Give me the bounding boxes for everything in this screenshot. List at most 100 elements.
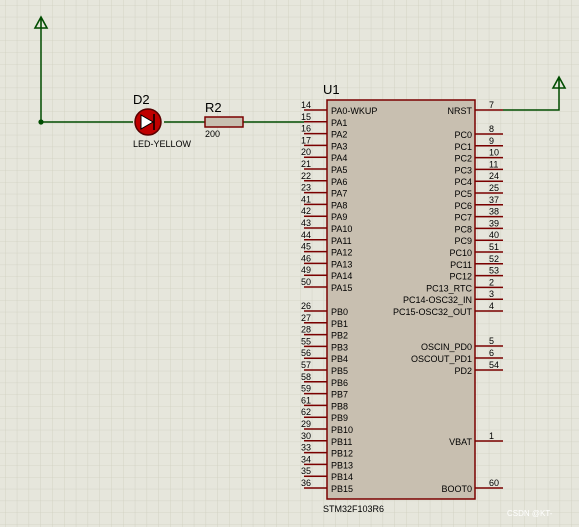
mcu-ref-label: U1: [323, 82, 340, 97]
pin-number: 43: [301, 218, 311, 228]
pin-name: BOOT0: [441, 484, 472, 494]
pin-name: PC3: [454, 165, 472, 175]
pin-name: PA12: [331, 248, 352, 258]
pin-number: 27: [301, 313, 311, 323]
pin-name: PB1: [331, 319, 348, 329]
pin-number: 33: [301, 443, 311, 453]
pin-name: NRST: [448, 106, 473, 116]
pin-name: PB2: [331, 331, 348, 341]
pin-name: PB13: [331, 460, 353, 470]
pin-name: PA7: [331, 189, 347, 199]
pin-number: 49: [301, 265, 311, 275]
pin-number: 21: [301, 159, 311, 169]
pin-name: PC8: [454, 224, 472, 234]
pin-number: 5: [489, 336, 494, 346]
pin-name: PB11: [331, 437, 352, 447]
pin-number: 38: [489, 207, 499, 217]
pin-number: 11: [489, 159, 498, 169]
pin-number: 35: [301, 466, 311, 476]
pin-name: PB7: [331, 390, 348, 400]
watermark: CSDN @KT-: [507, 509, 553, 518]
pin-number: 62: [301, 407, 311, 417]
pin-name: PC2: [454, 154, 472, 164]
pin-number: 40: [489, 230, 499, 240]
pin-number: 17: [301, 135, 311, 145]
pin-number: 4: [489, 301, 494, 311]
mcu-u1[interactable]: U1 STM32F103R6 14PA0-WKUP15PA116PA217PA3…: [301, 82, 503, 514]
pin-number: 34: [301, 454, 311, 464]
pin-number: 59: [301, 384, 311, 394]
pin-name: PA13: [331, 259, 352, 269]
pin-name: PB4: [331, 354, 348, 364]
pin-name: PB10: [331, 425, 353, 435]
pin-number: 14: [301, 100, 311, 110]
pin-number: 16: [301, 124, 311, 134]
pin-name: PA8: [331, 200, 347, 210]
mcu-part-label: STM32F103R6: [323, 504, 384, 514]
pin-number: 36: [301, 478, 311, 488]
pin-number: 51: [489, 242, 499, 252]
pin-number: 29: [301, 419, 311, 429]
resistor-value-label: 200: [205, 129, 220, 139]
pin-name: PA3: [331, 141, 347, 151]
resistor-ref-label: R2: [205, 100, 222, 115]
pin-name: PA5: [331, 165, 347, 175]
pin-number: 57: [301, 360, 311, 370]
pin-number: 6: [489, 348, 494, 358]
schematic-canvas[interactable]: D2 LED-YELLOW R2 200 U1 STM32F103R6 14 PA…: [0, 0, 579, 527]
pin-name: OSCOUT_PD1: [411, 354, 472, 364]
pin-name: PB6: [331, 378, 348, 388]
pin-name: PC7: [454, 213, 472, 223]
pin-name: PB3: [331, 342, 348, 352]
pin-number: 55: [301, 336, 311, 346]
pin-name: PB12: [331, 449, 353, 459]
pin-number: 30: [301, 431, 311, 441]
pin-number: 2: [489, 277, 494, 287]
pin-number: 42: [301, 206, 311, 216]
pin-name: PC9: [454, 236, 472, 246]
led-value-label: LED-YELLOW: [133, 139, 192, 149]
pin-number: 56: [301, 348, 311, 358]
pin-name: PD2: [454, 366, 472, 376]
pin-number: 46: [301, 253, 311, 263]
pin-name: PC14-OSC32_IN: [403, 295, 472, 305]
pin-number: 1: [489, 431, 494, 441]
pin-name: PA15: [331, 283, 352, 293]
pin-name: PA9: [331, 212, 347, 222]
pin-number: 9: [489, 136, 494, 146]
pin-number: 15: [301, 112, 311, 122]
pin-name: PB15: [331, 484, 353, 494]
junction-dot: [38, 119, 44, 125]
pin-name: PA6: [331, 177, 347, 187]
pin-name: PC0: [454, 130, 472, 140]
pin-name: PB0: [331, 307, 348, 317]
pin-number: 37: [489, 195, 499, 205]
pin-number: 3: [489, 289, 494, 299]
pin-number: 26: [301, 301, 311, 311]
pin-name: PA10: [331, 224, 352, 234]
pin-name: PC5: [454, 189, 472, 199]
pin-name: PB8: [331, 401, 348, 411]
pin-number: 24: [489, 171, 499, 181]
pin-number: 44: [301, 230, 311, 240]
pin-name: PA4: [331, 153, 347, 163]
pin-number: 7: [489, 100, 494, 110]
pin-number: 28: [301, 325, 311, 335]
pin-number: 10: [489, 148, 499, 158]
pin-name: PB9: [331, 413, 348, 423]
schematic-drawing[interactable]: D2 LED-YELLOW R2 200 U1 STM32F103R6 14PA…: [0, 0, 579, 527]
pin-name: PC13_RTC: [426, 283, 472, 293]
pin-number: 45: [301, 242, 311, 252]
pin-number: 53: [489, 266, 499, 276]
pin-number: 41: [301, 194, 311, 204]
pin-number: 50: [301, 277, 311, 287]
pin-number: 39: [489, 218, 499, 228]
pin-name: PA1: [331, 118, 347, 128]
pin-name: PB14: [331, 472, 353, 482]
pin-number: 23: [301, 183, 311, 193]
pin-name: OSCIN_PD0: [421, 342, 472, 352]
pin-name: PC12: [449, 272, 472, 282]
pin-number: 60: [489, 478, 499, 488]
pin-name: VBAT: [449, 437, 472, 447]
pin-number: 8: [489, 124, 494, 134]
